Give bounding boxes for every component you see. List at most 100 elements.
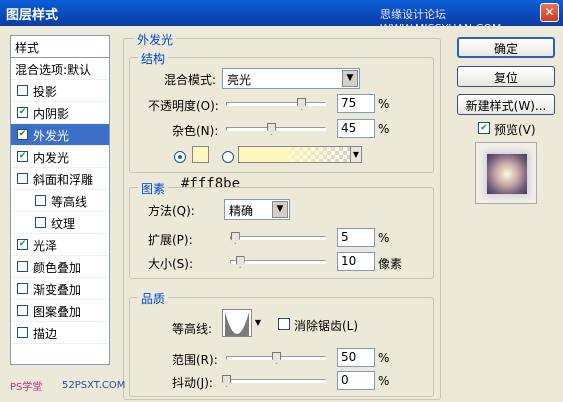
ps-logo: PS学堂 — [10, 382, 43, 393]
spread-label: 扩展(P): — [148, 233, 193, 247]
style-item[interactable]: ✔ 外发光 — [11, 124, 109, 146]
dialog-client: 样式 混合选项:默认 投影 ✔ 内阴影 ✔ 外发光 ✔ 内发光斜面和浮雕等高线纹理 ✔ 光泽颜色… — [0, 26, 563, 402]
reset-button[interactable]: 复位 — [457, 66, 555, 87]
style-item-checkbox[interactable]: ✔ — [17, 239, 28, 250]
jitter-slider-thumb[interactable] — [222, 375, 231, 387]
structure-group: 结构 混合模式: 亮光 ▼ 不透明度(O): 75 % 杂色(N): 45 % … — [129, 50, 434, 173]
antialias-checkbox[interactable] — [278, 318, 290, 330]
style-item[interactable]: 描边 — [11, 322, 109, 344]
contour-curve-icon — [225, 312, 249, 336]
gradient-picker[interactable]: ▼ — [238, 146, 362, 163]
technique-select[interactable]: 精确 ▼ — [224, 199, 290, 220]
percent-unit: % — [378, 231, 390, 245]
style-item-label: 投影 — [33, 85, 58, 99]
ok-button[interactable]: 确定 — [457, 37, 555, 58]
blend-options-item[interactable]: 混合选项:默认 — [11, 58, 109, 80]
technique-value: 精确 — [229, 204, 254, 218]
percent-unit: % — [378, 97, 390, 111]
elements-title: 图素 — [138, 180, 169, 197]
size-slider-thumb[interactable] — [235, 256, 245, 268]
spread-slider-thumb[interactable] — [230, 232, 240, 244]
spread-slider-track[interactable] — [230, 236, 326, 240]
structure-title: 结构 — [138, 50, 169, 67]
percent-unit: % — [378, 374, 390, 388]
new-style-button[interactable]: 新建样式(W)... — [457, 94, 555, 115]
percent-unit: % — [378, 122, 390, 136]
style-item-checkbox[interactable]: ✔ — [17, 107, 28, 118]
style-item[interactable]: 颜色叠加 — [11, 256, 109, 278]
style-item-checkbox[interactable] — [35, 195, 46, 206]
pixels-unit: 像素 — [378, 257, 403, 271]
preview-thumbnail — [487, 154, 527, 194]
style-item[interactable]: 纹理 — [11, 212, 109, 234]
site-logo: 52PSXT.COM — [62, 380, 126, 391]
style-item-checkbox[interactable] — [17, 173, 28, 184]
style-item-checkbox[interactable]: ✔ — [17, 129, 28, 140]
percent-unit: % — [378, 351, 390, 365]
jitter-slider-track[interactable] — [226, 379, 326, 383]
noise-slider-track[interactable] — [226, 127, 326, 131]
jitter-input[interactable]: 0 — [337, 371, 375, 390]
style-items: 投影 ✔ 内阴影 ✔ 外发光 ✔ 内发光斜面和浮雕等高线纹理 ✔ 光泽颜色叠加渐变叠加图案叠加描… — [11, 80, 109, 344]
style-item[interactable]: ✔ 光泽 — [11, 234, 109, 256]
opacity-slider-track[interactable] — [226, 102, 326, 106]
noise-label: 杂色(N): — [172, 124, 219, 138]
elements-group: 图素 方法(Q): 精确 ▼ 扩展(P): 5 % 大小(S): 10 像素 — [129, 180, 434, 279]
style-item[interactable]: ✔ 内发光 — [11, 146, 109, 168]
opacity-input[interactable]: 75 — [337, 94, 375, 113]
range-slider-thumb[interactable] — [272, 352, 281, 364]
technique-label: 方法(Q): — [148, 204, 195, 218]
style-item[interactable]: 斜面和浮雕 — [11, 168, 109, 190]
noise-input[interactable]: 45 — [337, 119, 375, 138]
blend-mode-select[interactable]: 亮光 ▼ — [222, 68, 360, 89]
style-item-label: 光泽 — [33, 239, 58, 253]
blend-mode-label: 混合模式: — [164, 73, 217, 87]
style-item-label: 描边 — [33, 327, 58, 341]
styles-list: 样式 混合选项:默认 投影 ✔ 内阴影 ✔ 外发光 ✔ 内发光斜面和浮雕等高线纹理 ✔ 光泽颜色… — [10, 35, 110, 365]
glow-color-swatch[interactable] — [192, 146, 209, 163]
styles-list-header[interactable]: 样式 — [11, 36, 109, 58]
size-input[interactable]: 10 — [337, 252, 375, 271]
style-item-checkbox[interactable] — [17, 261, 28, 272]
title-bar: 图层样式 思缘设计论坛 WWW.MISSYUAN.COM ✕ — [0, 0, 563, 35]
antialias-label: 消除锯齿(L) — [294, 319, 359, 333]
style-item-label: 渐变叠加 — [33, 283, 82, 297]
style-item-label: 内阴影 — [33, 107, 70, 121]
contour-label: 等高线: — [172, 322, 213, 336]
style-item[interactable]: 图案叠加 — [11, 300, 109, 322]
solid-color-radio[interactable] — [174, 151, 186, 163]
noise-slider-thumb[interactable] — [267, 123, 276, 135]
close-icon[interactable]: ✕ — [540, 3, 559, 22]
preview-checkbox[interactable]: ✔ — [478, 122, 490, 134]
style-item[interactable]: ✔ 内阴影 — [11, 102, 109, 124]
style-item-checkbox[interactable] — [35, 217, 46, 228]
size-label: 大小(S): — [148, 257, 194, 271]
style-item[interactable]: 等高线 — [11, 190, 109, 212]
contour-picker[interactable]: ▼ — [222, 309, 261, 337]
style-item-label: 内发光 — [33, 151, 70, 165]
style-preview — [475, 142, 537, 204]
style-item-checkbox[interactable] — [17, 85, 28, 96]
jitter-label: 抖动(J): — [172, 376, 213, 390]
style-item[interactable]: 渐变叠加 — [11, 278, 109, 300]
style-item-checkbox[interactable] — [17, 283, 28, 294]
opacity-label: 不透明度(O): — [148, 99, 219, 113]
blend-options-label: 混合选项:默认 — [15, 63, 92, 77]
chevron-down-icon: ▼ — [342, 70, 358, 87]
opacity-slider-thumb[interactable] — [297, 98, 306, 110]
quality-title: 品质 — [138, 290, 169, 307]
style-item-checkbox[interactable] — [17, 305, 28, 316]
spread-input[interactable]: 5 — [337, 228, 375, 247]
style-item[interactable]: 投影 — [11, 80, 109, 102]
style-item-label: 斜面和浮雕 — [33, 173, 94, 187]
blend-mode-value: 亮光 — [227, 73, 252, 87]
range-input[interactable]: 50 — [337, 348, 375, 367]
style-item-label: 纹理 — [51, 217, 76, 231]
style-item-label: 外发光 — [33, 129, 70, 143]
gradient-radio[interactable] — [222, 151, 234, 163]
style-item-label: 颜色叠加 — [33, 261, 82, 275]
style-item-checkbox[interactable]: ✔ — [17, 151, 28, 162]
chevron-down-icon: ▼ — [254, 318, 261, 327]
chevron-down-icon: ▼ — [350, 146, 362, 163]
style-item-checkbox[interactable] — [17, 327, 28, 338]
